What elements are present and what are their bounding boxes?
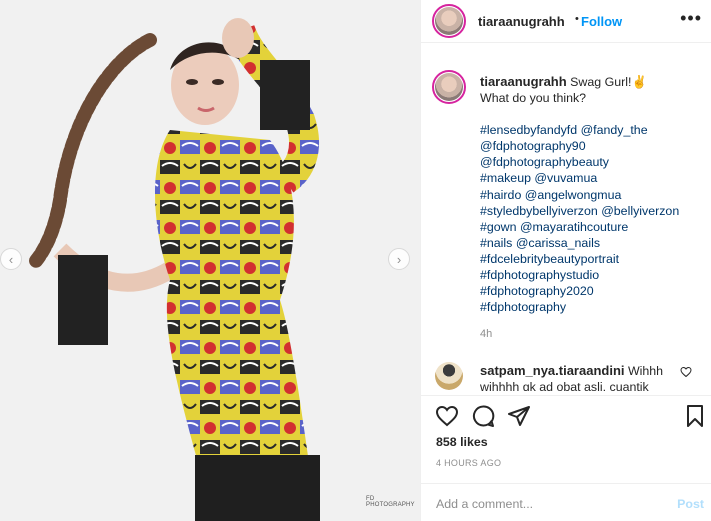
share-icon[interactable] <box>507 404 531 428</box>
hashtag-line[interactable]: #styledbybellyiverzon @bellyiverzon <box>480 203 705 219</box>
avatar[interactable] <box>432 4 466 38</box>
hashtag-line[interactable]: #nails @carissa_nails <box>480 235 705 251</box>
caption-username[interactable]: tiaraanugrahh <box>480 74 567 89</box>
watermark: FD PHOTOGRAPHY <box>366 496 415 508</box>
add-comment-bar: Add a comment... Post <box>421 483 711 521</box>
hashtag-line[interactable]: #fdphotographystudio <box>480 267 705 283</box>
hashtag-line[interactable]: #lensedbyfandyfd @fandy_the <box>480 122 705 138</box>
hand-emoji: ✌ <box>631 75 647 89</box>
hashtag-line[interactable]: #hairdo @angelwongmua <box>480 187 705 203</box>
follow-separator: • <box>575 13 579 25</box>
caption-text: Swag Gurl! <box>570 75 632 89</box>
comment: satpam_nya.tiaraandini Wihhh wihhhh gk a… <box>480 363 680 391</box>
chevron-left-icon[interactable]: ‹ <box>0 248 22 270</box>
comment-username[interactable]: satpam_nya.tiaraandini <box>480 363 625 378</box>
hashtag-line[interactable]: #fdphotography <box>480 299 705 315</box>
post-button[interactable]: Post <box>677 497 704 511</box>
follow-button[interactable]: Follow <box>581 14 622 29</box>
hashtag-line[interactable]: #fdcelebritybeautyportrait <box>480 251 705 267</box>
comment-icon[interactable] <box>471 404 495 428</box>
post-image <box>0 0 420 521</box>
caption: tiaraanugrahh Swag Gurl!✌ What do you th… <box>480 74 705 315</box>
post-sidebar: tiaraanugrahh • Follow ••• tiaraanugrahh… <box>420 0 711 521</box>
comment-like-heart-icon[interactable] <box>680 366 692 378</box>
chevron-right-icon[interactable]: › <box>388 248 410 270</box>
post-photo[interactable]: ‹ › FD PHOTOGRAPHY <box>0 0 420 521</box>
heart-icon[interactable] <box>435 404 459 428</box>
caption-age: 4h <box>480 328 493 340</box>
action-bar <box>421 395 711 427</box>
post-header: tiaraanugrahh • Follow ••• <box>421 0 711 43</box>
hashtag-line[interactable]: @fdphotographybeauty <box>480 154 705 170</box>
hashtag-line[interactable]: #fdphotography2020 <box>480 283 705 299</box>
more-options-icon[interactable]: ••• <box>680 8 702 29</box>
caption-line2: What do you think? <box>480 91 587 106</box>
hashtag-line[interactable]: #makeup @vuvamua <box>480 170 705 186</box>
bookmark-icon[interactable] <box>683 404 707 428</box>
hashtag-list: #lensedbyfandyfd @fandy_the @fdphotograp… <box>480 122 705 315</box>
header-username[interactable]: tiaraanugrahh <box>478 14 565 29</box>
post-timestamp: 4 HOURS AGO <box>436 458 502 468</box>
caption-avatar[interactable] <box>432 70 466 104</box>
comment-input[interactable]: Add a comment... <box>436 497 533 511</box>
likes-count[interactable]: 858 likes <box>436 435 488 449</box>
hashtag-line[interactable]: #gown @mayaratihcouture <box>480 219 705 235</box>
hashtag-line[interactable]: @fdphotography90 <box>480 138 705 154</box>
commenter-avatar[interactable] <box>435 362 463 390</box>
